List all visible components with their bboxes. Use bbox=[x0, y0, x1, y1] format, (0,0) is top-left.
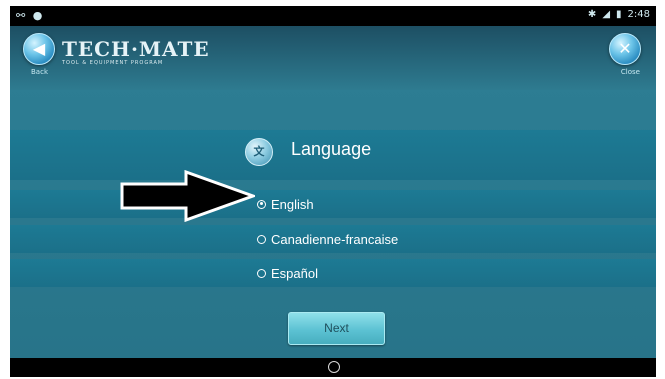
header: ◀ Back TECH·MATE TOOL & EQUIPMENT PROGRA… bbox=[10, 26, 656, 90]
navigation-bar bbox=[10, 358, 656, 377]
status-left-icons: ⚯ ● bbox=[16, 9, 44, 22]
close-label: Close bbox=[620, 68, 640, 76]
option-label: English bbox=[271, 196, 314, 212]
tech-mate-logo: TECH·MATE TOOL & EQUIPMENT PROGRAM bbox=[62, 39, 210, 66]
battery-icon: ▮ bbox=[616, 9, 622, 20]
radio-selected-icon[interactable] bbox=[257, 199, 266, 209]
back-arrow-icon: ◀ bbox=[32, 39, 46, 58]
status-right-icons: ✱ ◢ ▮ 2:48 bbox=[588, 9, 650, 20]
language-option-english[interactable]: English bbox=[257, 194, 314, 214]
radio-icon[interactable] bbox=[257, 268, 266, 278]
back-label: Back bbox=[31, 68, 48, 76]
pointer-arrow-icon bbox=[120, 170, 255, 222]
status-bar: ⚯ ● ✱ ◢ ▮ 2:48 bbox=[10, 6, 656, 26]
next-button[interactable]: Next bbox=[288, 312, 385, 345]
language-option-french[interactable]: Canadienne-francaise bbox=[257, 229, 398, 249]
signal-icon: ◢ bbox=[602, 9, 611, 20]
close-icon: ✕ bbox=[618, 39, 632, 58]
language-option-spanish[interactable]: Español bbox=[257, 263, 318, 283]
logo-text: TECH·MATE bbox=[62, 37, 210, 61]
language-icon: 文 bbox=[245, 138, 273, 166]
back-button[interactable]: ◀ bbox=[23, 33, 55, 65]
device-screen: ⚯ ● ✱ ◢ ▮ 2:48 ◀ Back TECH·MATE TOOL & E… bbox=[10, 6, 656, 377]
option-row-spanish[interactable] bbox=[10, 259, 656, 287]
option-label: Español bbox=[271, 265, 318, 281]
home-icon[interactable] bbox=[328, 361, 340, 373]
option-row-english[interactable] bbox=[10, 190, 656, 218]
close-button[interactable]: ✕ bbox=[609, 33, 641, 65]
app-content: ◀ Back TECH·MATE TOOL & EQUIPMENT PROGRA… bbox=[10, 26, 656, 358]
usb-icon: ⚯ bbox=[16, 9, 28, 22]
page-title: Language bbox=[291, 139, 372, 159]
radio-icon[interactable] bbox=[257, 234, 266, 244]
option-label: Canadienne-francaise bbox=[271, 231, 399, 247]
location-icon: ● bbox=[32, 9, 45, 22]
clock: 2:48 bbox=[627, 9, 650, 20]
bluetooth-icon: ✱ bbox=[587, 9, 597, 20]
